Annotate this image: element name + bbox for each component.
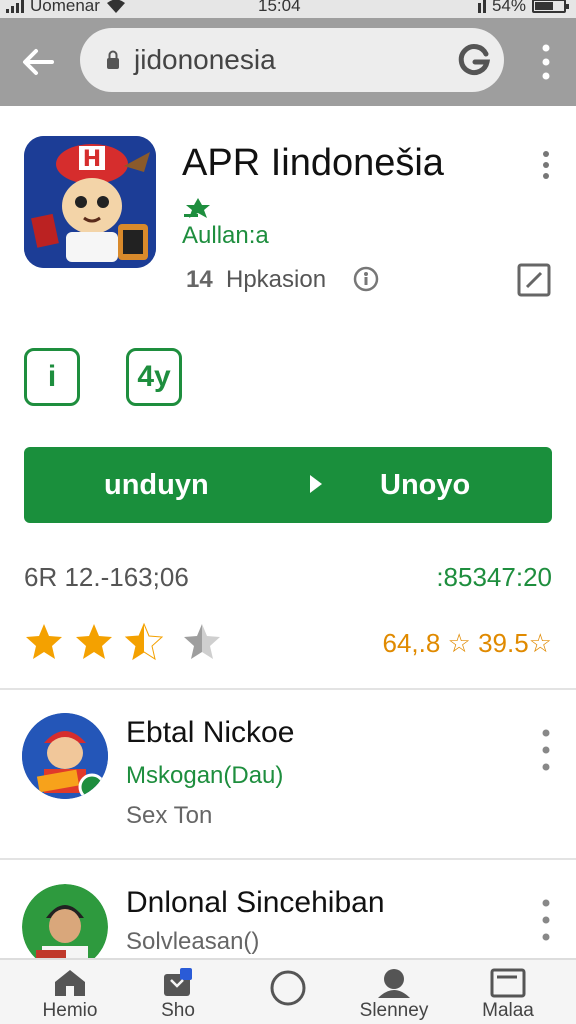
nav-people-label: Slenney [359, 1000, 429, 1021]
bottom-navigation: Hemio Sho Slenney Malaa [0, 958, 576, 1024]
reviewer-detail: Sex Ton [126, 802, 213, 829]
app-icon: H [24, 136, 156, 268]
nav-store-label: Sho [161, 1000, 195, 1021]
rating-text: 64,.8 ☆ 39.5☆ [382, 628, 553, 658]
category-label[interactable]: Hpkasion [226, 266, 326, 294]
review-more-icon[interactable] [540, 898, 552, 942]
info-icon[interactable] [352, 265, 380, 293]
age-rating-badge: 4y [126, 348, 182, 406]
battery-icon [532, 0, 569, 13]
nav-inbox-label: Malaa [482, 1000, 534, 1021]
carrier-label: Uomenar [30, 0, 100, 15]
age-rating-text: 4y [137, 360, 171, 393]
category-code: 14 [186, 266, 213, 293]
reviewer-subtitle: Mskogan(Dau) [126, 762, 284, 789]
battery-percent: 54% [491, 0, 526, 15]
developer-name[interactable]: Aullan:a [182, 222, 269, 250]
nav-home-label: Hemio [42, 1000, 98, 1021]
store-icon [164, 968, 192, 996]
nav-people[interactable]: Slenney [344, 964, 444, 1022]
rating-stars [26, 622, 220, 661]
status-bar: Uomenar 15:04 54% [0, 0, 576, 18]
install-button[interactable]: unduyn Unoyo [24, 447, 552, 523]
home-icon [55, 970, 85, 996]
star-3 [124, 622, 164, 661]
browser-menu-icon[interactable] [542, 44, 550, 80]
nav-store[interactable]: Sho [128, 964, 228, 1022]
app-more-icon[interactable] [540, 150, 552, 180]
install-label-right: Unoyo [380, 469, 471, 501]
avatar[interactable] [22, 713, 108, 799]
inbox-icon [490, 968, 526, 998]
circle-icon [270, 970, 306, 1006]
address-bar[interactable]: jidononesia [80, 28, 504, 92]
install-label-left: unduyn [104, 469, 209, 501]
browser-toolbar: jidononesia [0, 18, 576, 106]
editors-choice-icon [184, 198, 210, 218]
nav-inbox[interactable]: Malaa [458, 964, 558, 1022]
download-stat: 6R 12.-163;06 [24, 562, 189, 592]
content-rating-text: i [47, 360, 57, 393]
nav-center[interactable] [238, 964, 338, 1010]
google-icon[interactable] [456, 42, 492, 78]
signal-icon-right [477, 0, 486, 13]
star-2 [76, 624, 112, 659]
nav-home[interactable]: Hemio [20, 964, 120, 1022]
section-divider [0, 688, 576, 690]
url-text: jidononesia [134, 44, 276, 75]
back-arrow-icon[interactable] [18, 42, 58, 82]
person-icon [378, 969, 410, 998]
app-title: APR Iindonešia [182, 142, 444, 184]
signal-icon [6, 0, 24, 13]
clock: 15:04 [258, 0, 301, 15]
reviewer-subtitle: Solvleasan() [126, 928, 260, 955]
content-rating-badge: i [24, 348, 80, 406]
svg-text:H: H [83, 147, 101, 172]
wifi-icon [106, 0, 125, 13]
lock-icon [107, 50, 119, 69]
star-4 [184, 624, 220, 659]
review-divider [0, 858, 576, 860]
reviewer-name: Dnlonal Sincehiban [126, 886, 385, 919]
edit-icon[interactable] [516, 262, 552, 298]
review-more-icon[interactable] [540, 728, 552, 772]
play-icon [310, 475, 322, 493]
size-stat: :85347:20 [436, 562, 552, 592]
reviewer-name: Ebtal Nickoe [126, 716, 295, 749]
star-1 [26, 624, 62, 659]
